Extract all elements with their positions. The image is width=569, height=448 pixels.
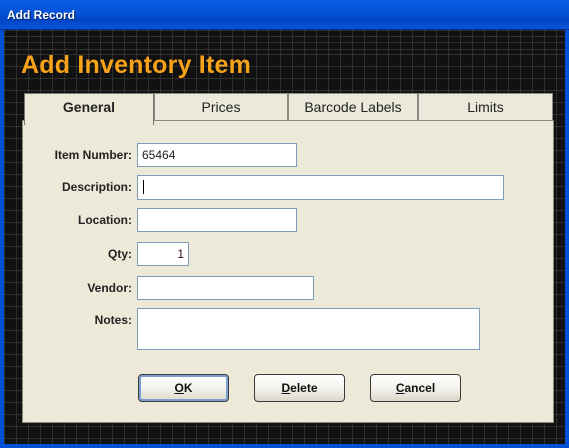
ok-hotkey: O xyxy=(174,381,184,395)
qty-label: Qty: xyxy=(108,247,132,261)
window-frame-left xyxy=(0,30,4,448)
tab-prices[interactable]: Prices xyxy=(154,93,288,121)
page-title: Add Inventory Item xyxy=(21,51,252,79)
vendor-label: Vendor: xyxy=(87,281,132,295)
ok-button[interactable]: OK xyxy=(138,374,229,402)
item-number-field[interactable] xyxy=(137,143,297,167)
vendor-field[interactable] xyxy=(137,276,314,300)
window-frame-right xyxy=(565,30,569,448)
tab-general[interactable]: General xyxy=(24,93,154,125)
location-label: Location: xyxy=(78,213,132,227)
delete-label-rest: elete xyxy=(290,381,318,395)
text-caret xyxy=(143,180,144,194)
notes-field[interactable] xyxy=(137,308,480,350)
qty-field[interactable] xyxy=(137,242,189,266)
grid-strip xyxy=(4,36,565,50)
delete-button[interactable]: Delete xyxy=(254,374,345,402)
delete-hotkey: D xyxy=(281,381,291,395)
location-field[interactable] xyxy=(137,208,297,232)
description-label: Description: xyxy=(61,180,132,194)
notes-label: Notes: xyxy=(94,313,132,327)
ok-label-rest: K xyxy=(183,381,193,395)
item-number-label: Item Number: xyxy=(54,148,132,162)
title-bar[interactable]: Add Record xyxy=(0,0,569,30)
window-frame-bottom xyxy=(0,444,569,448)
tab-limits[interactable]: Limits xyxy=(418,93,553,121)
cancel-label-rest: ancel xyxy=(404,381,436,395)
cancel-button[interactable]: Cancel xyxy=(370,374,461,402)
description-field[interactable] xyxy=(137,175,504,200)
window-title: Add Record xyxy=(7,8,76,22)
add-record-window: Add Record Add Inventory Item General Pr… xyxy=(0,0,569,448)
tab-barcode-labels[interactable]: Barcode Labels xyxy=(288,93,418,121)
